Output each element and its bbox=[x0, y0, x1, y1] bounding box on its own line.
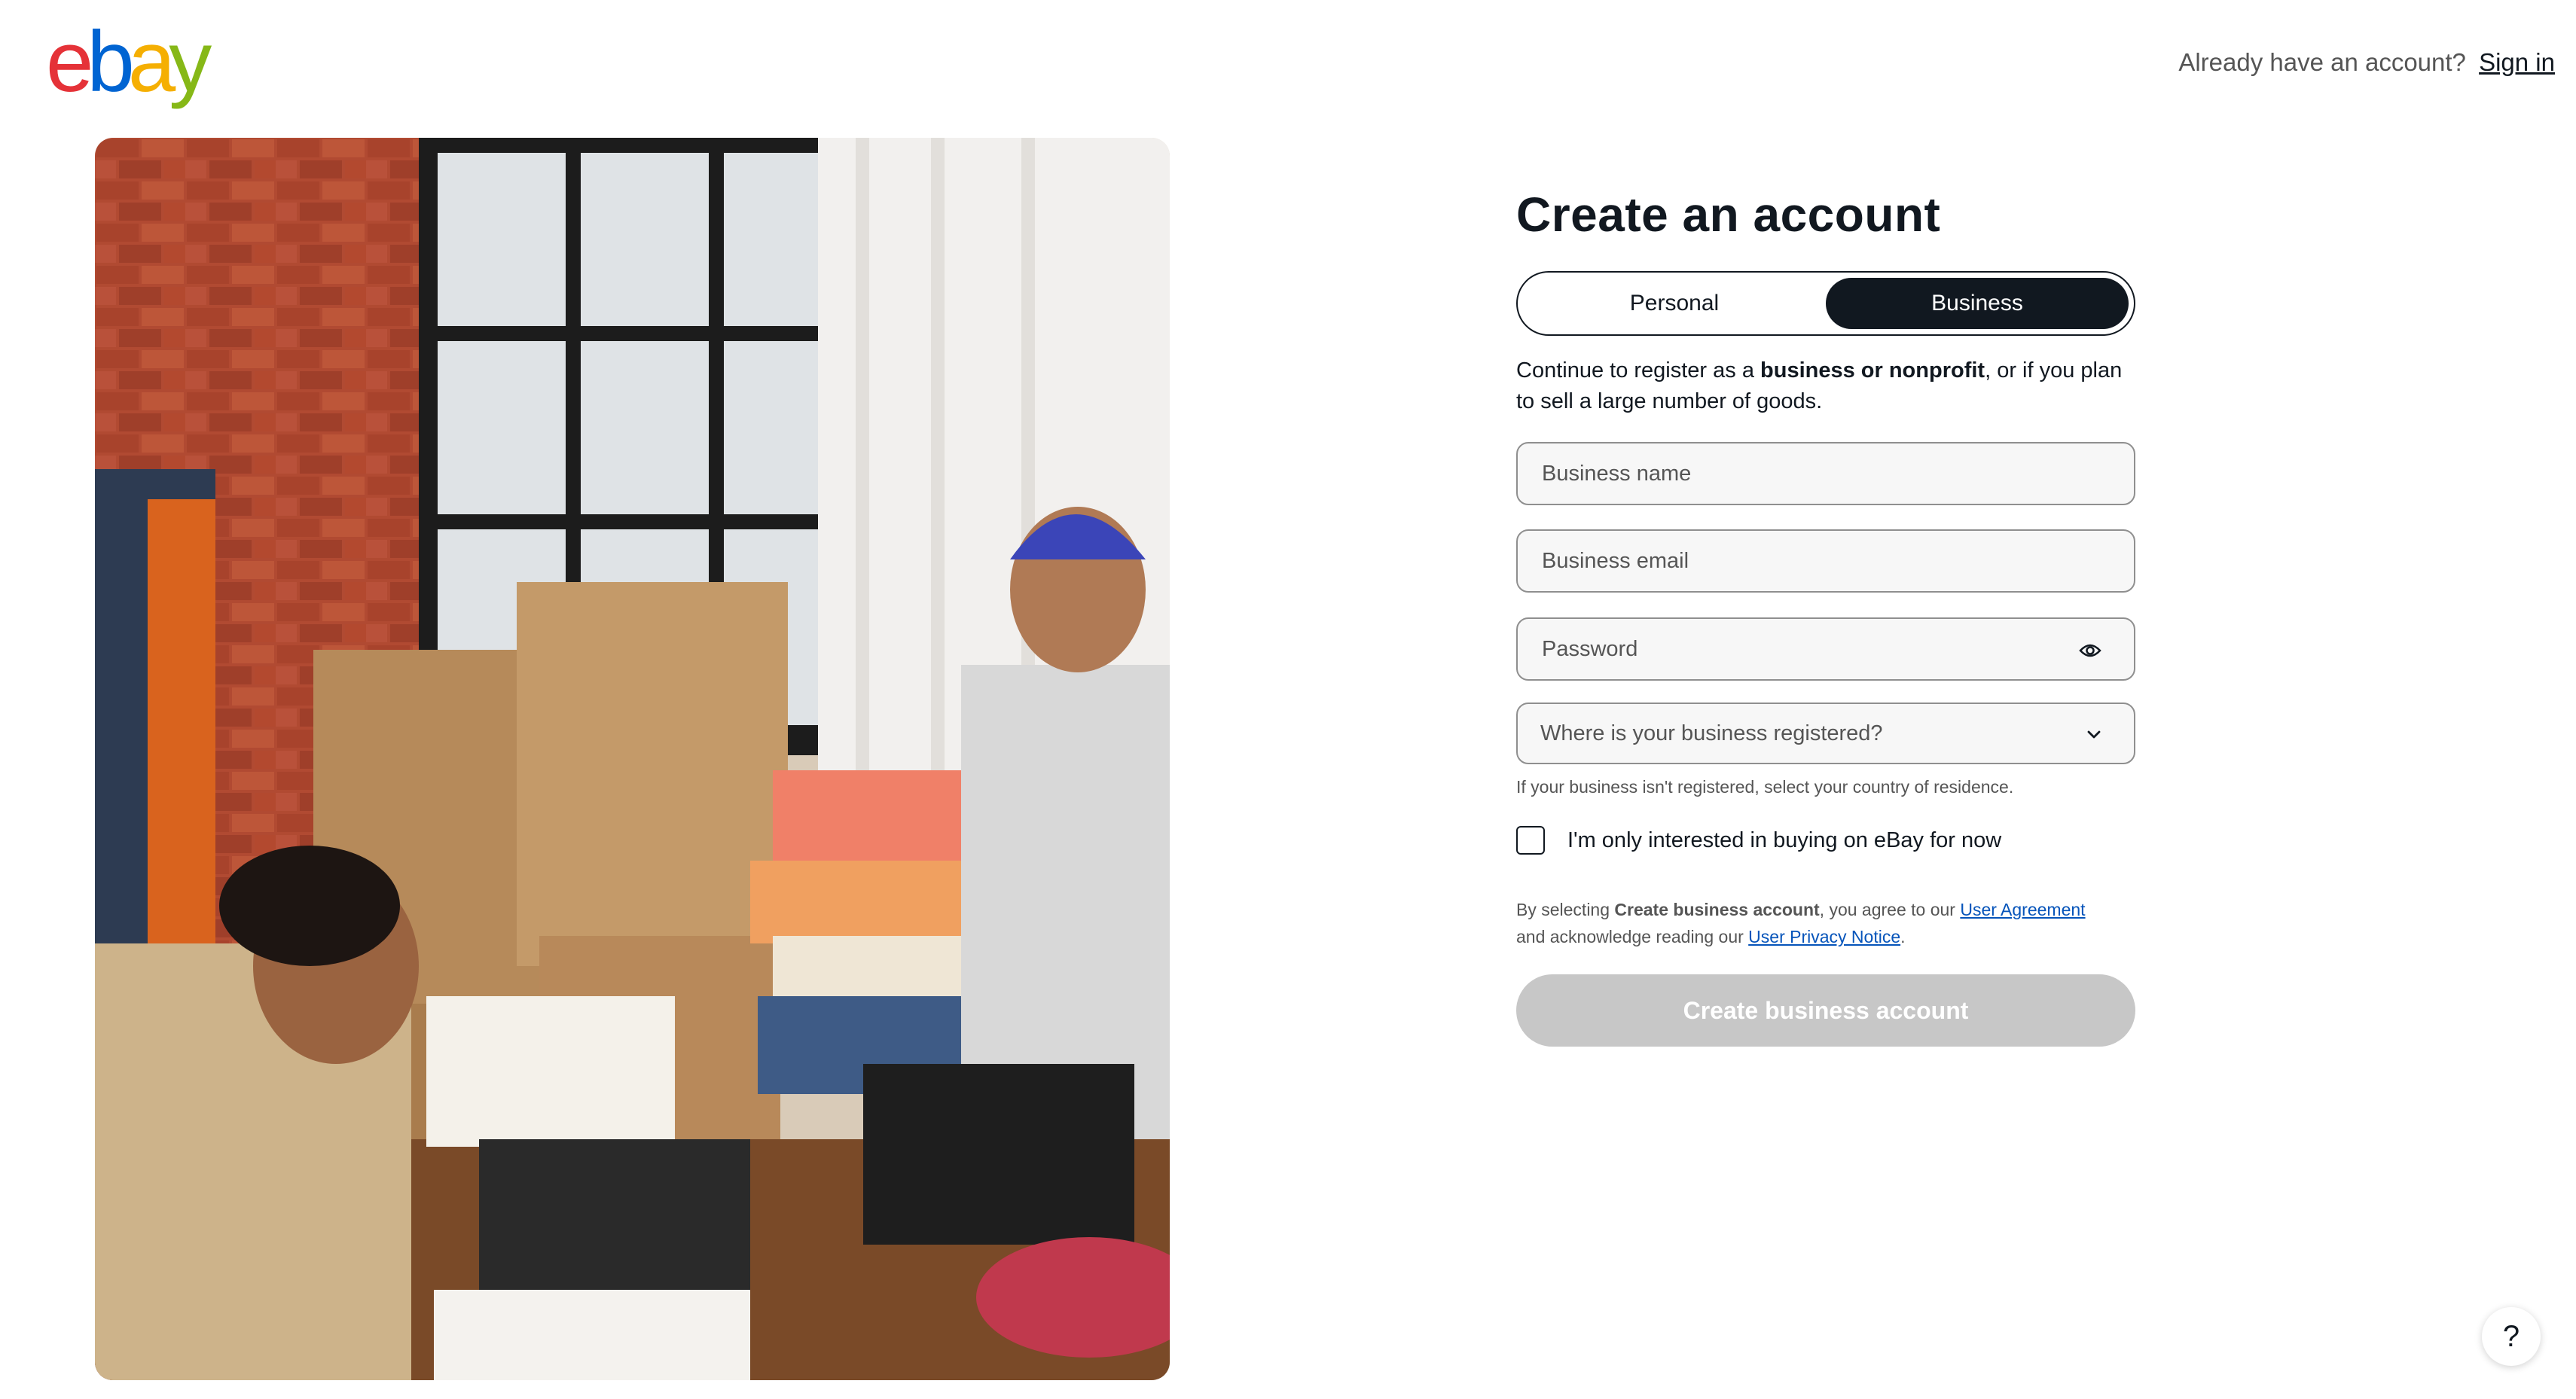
legal-post: . bbox=[1900, 927, 1906, 946]
signin-link[interactable]: Sign in bbox=[2479, 48, 2555, 76]
account-type-personal[interactable]: Personal bbox=[1523, 278, 1826, 329]
registration-helper-text: If your business isn't registered, selec… bbox=[1516, 777, 2014, 797]
business-intro-text: Continue to register as a business or no… bbox=[1516, 355, 2135, 417]
password-input[interactable] bbox=[1540, 635, 2111, 663]
intro-text-pre: Continue to register as a bbox=[1516, 358, 1761, 383]
logo-letter-e: e bbox=[46, 14, 93, 110]
signin-prompt-row: Already have an account? Sign in bbox=[2178, 48, 2555, 77]
user-agreement-link[interactable]: User Agreement bbox=[1960, 900, 2085, 919]
hero-image bbox=[95, 138, 1170, 1380]
business-email-field[interactable] bbox=[1516, 529, 2135, 593]
logo-letter-a: a bbox=[127, 14, 175, 110]
business-registration-select[interactable]: Where is your business registered? bbox=[1516, 703, 2135, 764]
buying-only-row: I'm only interested in buying on eBay fo… bbox=[1516, 826, 2001, 855]
legal-disclaimer: By selecting Create business account, yo… bbox=[1516, 896, 2135, 950]
help-icon: ? bbox=[2502, 1319, 2520, 1353]
logo-letter-b: b bbox=[87, 14, 134, 110]
password-field[interactable] bbox=[1516, 617, 2135, 681]
legal-mid2: and acknowledge reading our bbox=[1516, 927, 1749, 946]
privacy-notice-link[interactable]: User Privacy Notice bbox=[1748, 927, 1900, 946]
signup-form: Create an account Personal Business Cont… bbox=[1516, 181, 2135, 1047]
chevron-down-icon bbox=[2087, 730, 2101, 739]
hero-scene-illustration bbox=[95, 138, 1170, 1380]
business-email-input[interactable] bbox=[1540, 547, 2111, 575]
buying-only-checkbox[interactable] bbox=[1516, 826, 1545, 855]
business-name-field[interactable] bbox=[1516, 442, 2135, 505]
signin-prompt-text: Already have an account? bbox=[2178, 48, 2466, 76]
show-password-button[interactable] bbox=[2075, 635, 2105, 666]
account-type-business[interactable]: Business bbox=[1826, 278, 2129, 329]
logo-letter-y: y bbox=[169, 14, 212, 110]
help-button[interactable]: ? bbox=[2482, 1307, 2541, 1366]
eye-icon bbox=[2079, 644, 2101, 657]
intro-text-bold: business or nonprofit bbox=[1760, 358, 1985, 383]
business-name-input[interactable] bbox=[1540, 460, 2111, 487]
ebay-logo[interactable]: ebay bbox=[46, 14, 212, 110]
buying-only-label[interactable]: I'm only interested in buying on eBay fo… bbox=[1567, 828, 2001, 853]
page-title: Create an account bbox=[1516, 187, 1941, 242]
legal-bold: Create business account bbox=[1614, 900, 1820, 919]
create-business-account-button[interactable]: Create business account bbox=[1516, 974, 2135, 1047]
legal-mid: , you agree to our bbox=[1819, 900, 1961, 919]
account-type-toggle: Personal Business bbox=[1516, 271, 2135, 336]
registration-select-placeholder: Where is your business registered? bbox=[1540, 721, 1883, 745]
legal-pre: By selecting bbox=[1516, 900, 1615, 919]
